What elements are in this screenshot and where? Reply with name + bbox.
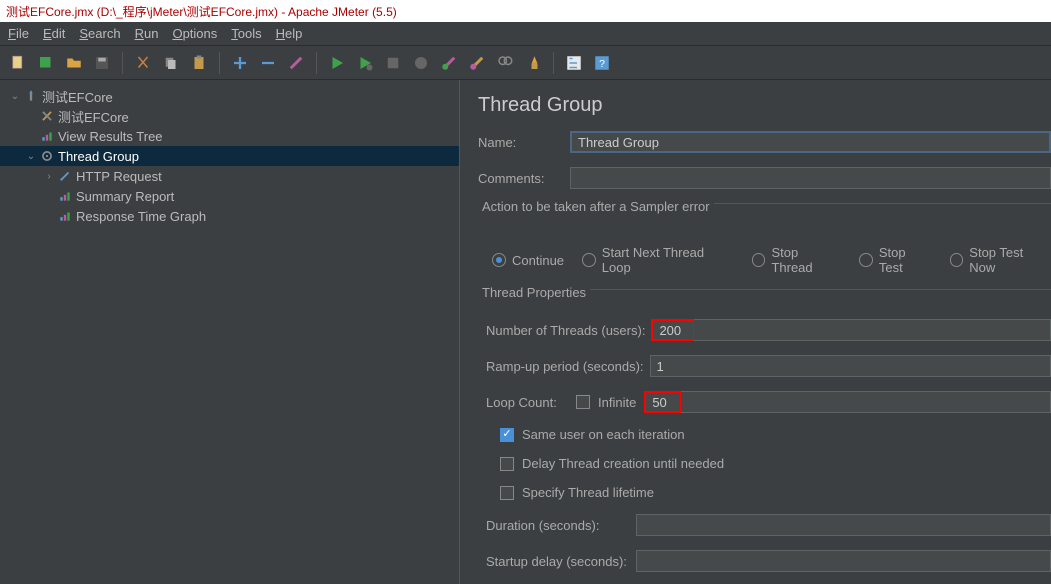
- menu-search[interactable]: Search: [79, 26, 120, 41]
- tree-response-time-graph[interactable]: Response Time Graph: [0, 206, 459, 226]
- results-icon: [38, 129, 56, 143]
- collapse-chevron-icon[interactable]: ⌄: [24, 151, 38, 162]
- menu-help[interactable]: Help: [276, 26, 303, 41]
- action-legend: Action to be taken after a Sampler error: [478, 199, 714, 214]
- separator: [219, 52, 220, 74]
- start-no-pause-icon[interactable]: [353, 51, 377, 75]
- menu-run[interactable]: Run: [135, 26, 159, 41]
- chart-icon: [56, 189, 74, 203]
- expand-chevron-icon[interactable]: ›: [42, 171, 56, 182]
- function-icon[interactable]: [562, 51, 586, 75]
- name-input[interactable]: [570, 131, 1051, 153]
- loop-count-input[interactable]: [644, 391, 682, 413]
- infinite-label: Infinite: [598, 395, 636, 410]
- loop-count-input-ext[interactable]: [681, 391, 1051, 413]
- copy-icon[interactable]: [159, 51, 183, 75]
- tree-label: 测试EFCore: [40, 87, 113, 106]
- save-icon[interactable]: [90, 51, 114, 75]
- help-icon[interactable]: ?: [590, 51, 614, 75]
- specify-lifetime-label: Specify Thread lifetime: [522, 485, 654, 500]
- radio-stop-thread[interactable]: Stop Thread: [752, 245, 841, 275]
- radio-stop-test-now[interactable]: Stop Test Now: [950, 245, 1051, 275]
- radio-label: Start Next Thread Loop: [602, 245, 734, 275]
- shutdown-icon[interactable]: [409, 51, 433, 75]
- title-text: 测试EFCore.jmx (D:\_程序\jMeter\测试EFCore.jmx…: [6, 3, 397, 20]
- separator: [122, 52, 123, 74]
- delay-thread-checkbox[interactable]: [500, 457, 514, 471]
- tree-label: Summary Report: [74, 189, 174, 204]
- tree-panel: ⌄ 测试EFCore 测试EFCore View Results Tree ⌄ …: [0, 80, 460, 584]
- radio-label: Stop Thread: [771, 245, 841, 275]
- separator: [553, 52, 554, 74]
- tree-http-request[interactable]: › HTTP Request: [0, 166, 459, 186]
- stop-icon[interactable]: [381, 51, 405, 75]
- tree-child-setup[interactable]: 测试EFCore: [0, 106, 459, 126]
- rampup-input[interactable]: [650, 355, 1051, 377]
- tree-label: 测试EFCore: [56, 107, 129, 126]
- expand-icon[interactable]: [228, 51, 252, 75]
- same-user-checkbox[interactable]: [500, 428, 514, 442]
- chart-icon: [56, 209, 74, 223]
- toolbar: ?: [0, 46, 1051, 80]
- open-icon[interactable]: [62, 51, 86, 75]
- start-icon[interactable]: [325, 51, 349, 75]
- num-threads-input-ext[interactable]: [694, 319, 1051, 341]
- wrench-icon: [38, 109, 56, 123]
- startup-delay-input: [636, 550, 1051, 572]
- infinite-checkbox[interactable]: [576, 395, 590, 409]
- pipette-icon: [56, 169, 74, 183]
- radio-continue[interactable]: Continue: [492, 253, 564, 268]
- panel-heading: Thread Group: [478, 94, 1051, 117]
- testplan-icon: [22, 89, 40, 103]
- tree-summary-report[interactable]: Summary Report: [0, 186, 459, 206]
- radio-start-next[interactable]: Start Next Thread Loop: [582, 245, 734, 275]
- gear-icon: [38, 149, 56, 163]
- templates-icon[interactable]: [34, 51, 58, 75]
- toggle-icon[interactable]: [284, 51, 308, 75]
- tree-view-results[interactable]: View Results Tree: [0, 126, 459, 146]
- menu-options[interactable]: Options: [172, 26, 217, 41]
- menu-tools[interactable]: Tools: [231, 26, 261, 41]
- comments-input[interactable]: [570, 167, 1051, 189]
- clear-all-icon[interactable]: [465, 51, 489, 75]
- tree-label: Response Time Graph: [74, 209, 206, 224]
- menu-edit[interactable]: Edit: [43, 26, 65, 41]
- name-label: Name:: [478, 135, 570, 150]
- separator: [316, 52, 317, 74]
- tree-thread-group[interactable]: ⌄ Thread Group: [0, 146, 459, 166]
- tree-label: View Results Tree: [56, 129, 163, 144]
- search-icon[interactable]: [493, 51, 517, 75]
- startup-delay-label: Startup delay (seconds):: [486, 554, 636, 569]
- delay-thread-label: Delay Thread creation until needed: [522, 456, 724, 471]
- collapse-chevron-icon[interactable]: ⌄: [8, 91, 22, 102]
- duration-label: Duration (seconds):: [486, 518, 636, 533]
- comments-label: Comments:: [478, 171, 570, 186]
- cut-icon[interactable]: [131, 51, 155, 75]
- tree-label: Thread Group: [56, 149, 139, 164]
- specify-lifetime-checkbox[interactable]: [500, 486, 514, 500]
- radio-label: Stop Test Now: [969, 245, 1051, 275]
- loop-count-label: Loop Count:: [486, 395, 576, 410]
- same-user-label: Same user on each iteration: [522, 427, 685, 442]
- tree-label: HTTP Request: [74, 169, 162, 184]
- broom-icon[interactable]: [521, 51, 545, 75]
- paste-icon[interactable]: [187, 51, 211, 75]
- svg-text:?: ?: [599, 57, 605, 69]
- num-threads-input[interactable]: [651, 319, 695, 341]
- main-panel: Thread Group Name: Comments: Action to b…: [460, 80, 1051, 584]
- tree-root[interactable]: ⌄ 测试EFCore: [0, 86, 459, 106]
- clear-icon[interactable]: [437, 51, 461, 75]
- radio-label: Continue: [512, 253, 564, 268]
- menubar: File Edit Search Run Options Tools Help: [0, 22, 1051, 46]
- radio-label: Stop Test: [879, 245, 932, 275]
- num-threads-label: Number of Threads (users):: [486, 323, 645, 338]
- new-icon[interactable]: [6, 51, 30, 75]
- radio-stop-test[interactable]: Stop Test: [859, 245, 931, 275]
- duration-input: [636, 514, 1051, 536]
- titlebar: 测试EFCore.jmx (D:\_程序\jMeter\测试EFCore.jmx…: [0, 0, 1051, 22]
- menu-file[interactable]: File: [8, 26, 29, 41]
- rampup-label: Ramp-up period (seconds):: [486, 359, 644, 374]
- thread-props-legend: Thread Properties: [478, 285, 590, 300]
- collapse-icon[interactable]: [256, 51, 280, 75]
